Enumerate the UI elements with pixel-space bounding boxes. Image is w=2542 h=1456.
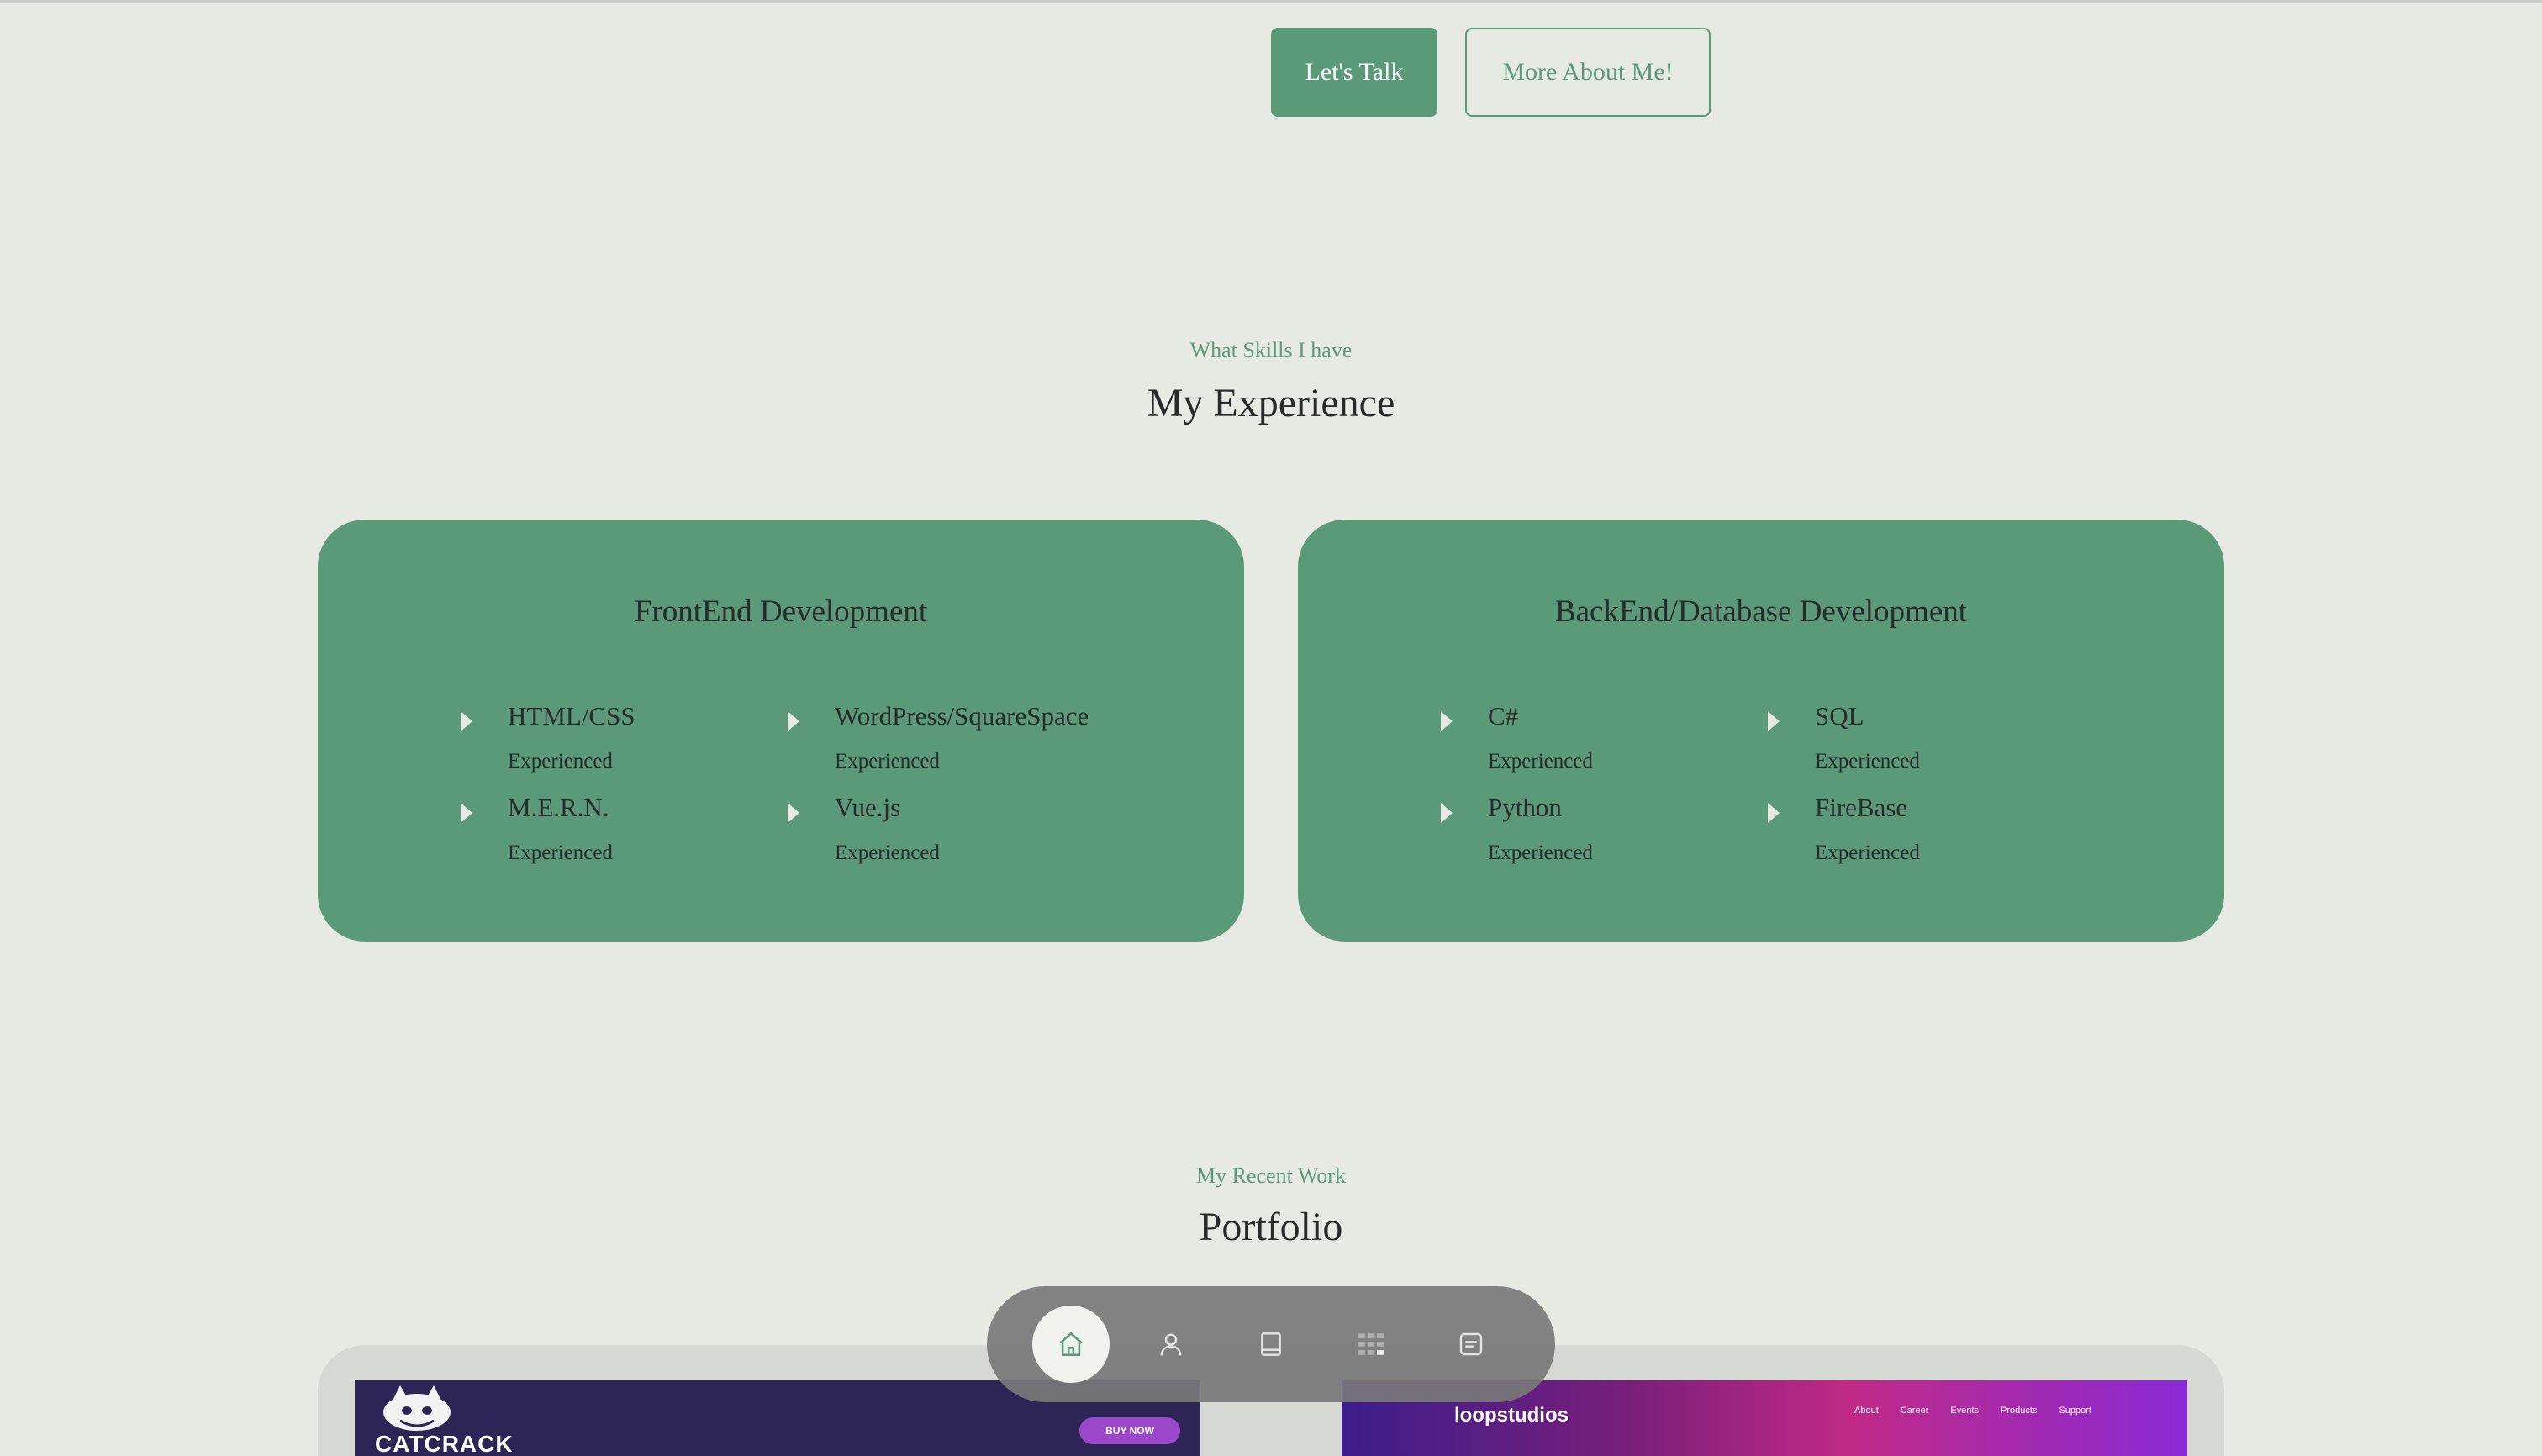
experience-title: My Experience: [1147, 381, 1395, 425]
card-title: BackEnd/Database Development: [1554, 594, 1968, 629]
frontend-card: FrontEnd Development HTML/CSS Experience…: [318, 520, 1244, 942]
skill-name: M.E.R.N.: [508, 793, 609, 822]
arrow-right-icon: [1441, 803, 1453, 823]
message-icon: [1459, 1332, 1483, 1356]
skill-item: WordPress/SquareSpace Experienced: [788, 701, 1124, 785]
portfolio-title: Portfolio: [1199, 1205, 1343, 1249]
nav-about[interactable]: [1132, 1306, 1210, 1383]
backend-card: BackEnd/Database Development C# Experien…: [1298, 520, 2224, 942]
bottom-nav-dock: [987, 1286, 1555, 1402]
skill-item: Vue.js Experienced: [788, 793, 1124, 877]
skill-level: Experienced: [1488, 841, 1593, 864]
card-title: FrontEnd Development: [634, 594, 928, 629]
portfolio-brand: CATCRACK: [375, 1431, 514, 1456]
portfolio-subtitle: My Recent Work: [1196, 1163, 1346, 1188]
skill-item: FireBase Experienced: [1768, 793, 2104, 877]
skill-item: C# Experienced: [1441, 701, 1777, 785]
page: Let's Talk More About Me! What Skills I …: [0, 0, 2542, 1456]
nav-home[interactable]: [1032, 1306, 1110, 1383]
skill-level: Experienced: [835, 750, 940, 773]
home-icon: [1059, 1332, 1083, 1357]
skill-name: FireBase: [1815, 793, 1908, 822]
portfolio-brand: loopstudios: [1454, 1404, 1569, 1427]
skill-name: Vue.js: [835, 793, 901, 822]
skill-level: Experienced: [835, 841, 940, 864]
skill-level: Experienced: [508, 750, 613, 773]
nav-link[interactable]: Events: [1950, 1406, 1979, 1416]
grid-icon: [1358, 1333, 1384, 1355]
lets-talk-button[interactable]: Let's Talk: [1271, 28, 1437, 117]
skill-level: Experienced: [1488, 750, 1593, 773]
arrow-right-icon: [788, 803, 799, 823]
more-about-me-button[interactable]: More About Me!: [1465, 28, 1711, 117]
top-divider: [0, 0, 2542, 3]
skill-level: Experienced: [1815, 750, 1920, 773]
arrow-right-icon: [461, 803, 472, 823]
nav-experience[interactable]: [1232, 1306, 1310, 1383]
nav-link[interactable]: About: [1854, 1406, 1879, 1416]
cat-logo-icon: [375, 1384, 459, 1434]
buy-now-button[interactable]: BUY NOW: [1079, 1417, 1180, 1444]
skill-item: SQL Experienced: [1768, 701, 2104, 785]
arrow-right-icon: [461, 711, 472, 731]
skill-name: C#: [1488, 701, 1519, 731]
arrow-right-icon: [1768, 803, 1780, 823]
skill-name: HTML/CSS: [508, 701, 636, 731]
skill-name: Python: [1488, 793, 1562, 822]
skill-item: HTML/CSS Experienced: [461, 701, 797, 785]
skill-level: Experienced: [1815, 841, 1920, 864]
skill-item: M.E.R.N. Experienced: [461, 793, 797, 877]
nav-contact[interactable]: [1432, 1306, 1510, 1383]
nav-portfolio[interactable]: [1332, 1306, 1410, 1383]
arrow-right-icon: [1768, 711, 1780, 731]
nav-link[interactable]: Products: [2001, 1406, 2037, 1416]
book-icon: [1261, 1332, 1281, 1356]
skill-name: SQL: [1815, 701, 1864, 731]
user-icon: [1160, 1333, 1182, 1356]
skill-item: Python Experienced: [1441, 793, 1777, 877]
arrow-right-icon: [788, 711, 799, 731]
arrow-right-icon: [1441, 711, 1453, 731]
loop-nav: About Career Events Products Support: [1854, 1406, 2091, 1416]
nav-link[interactable]: Support: [2059, 1406, 2091, 1416]
experience-subtitle: What Skills I have: [1189, 338, 1353, 362]
nav-link[interactable]: Career: [1901, 1406, 1929, 1416]
skill-name: WordPress/SquareSpace: [835, 701, 1089, 731]
skill-level: Experienced: [508, 841, 613, 864]
